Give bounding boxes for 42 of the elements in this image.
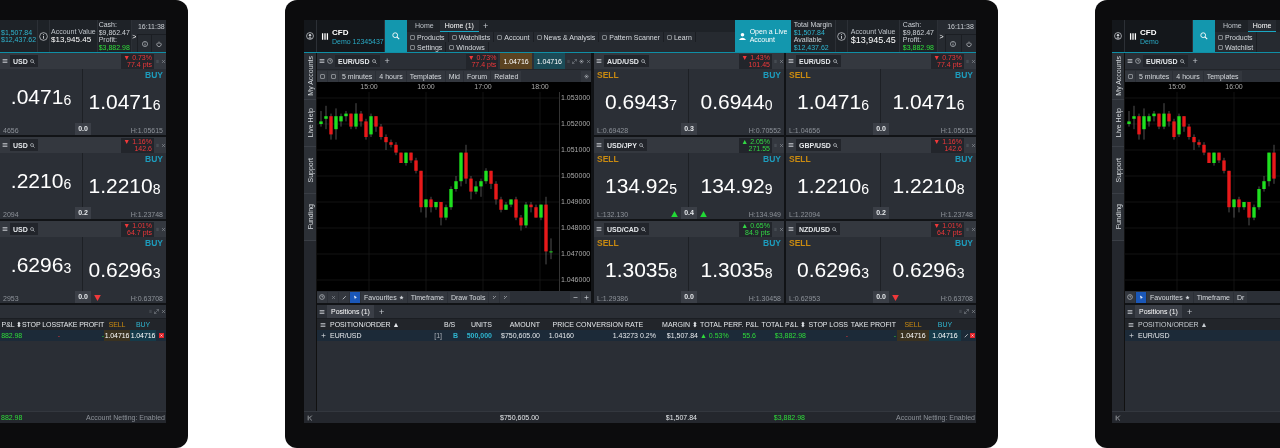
- sell-price[interactable]: 1.04716: [789, 80, 877, 123]
- buy-label: BUY: [955, 154, 973, 164]
- sell-label: SELL: [597, 70, 619, 80]
- buy-label: BUY: [145, 238, 163, 248]
- add-tab-button[interactable]: +: [375, 306, 388, 317]
- buy-label: BUY: [145, 154, 163, 164]
- sell-price[interactable]: 0.69437: [597, 80, 685, 123]
- product-name: CFD: [332, 27, 350, 37]
- buy-price[interactable]: 0.69440: [692, 80, 781, 123]
- add-tab-button[interactable]: +: [479, 20, 492, 32]
- buy-price[interactable]: 0.62963: [884, 248, 973, 291]
- sell-label: SELL: [789, 238, 811, 248]
- sell-label: SELL: [597, 238, 619, 248]
- sell-price[interactable]: .22106: [3, 154, 79, 207]
- buy-label: BUY: [763, 154, 781, 164]
- sell-price[interactable]: 1.30358: [597, 248, 685, 291]
- buy-price[interactable]: 134.929: [692, 164, 781, 207]
- sell-price[interactable]: 0.62963: [789, 248, 877, 291]
- buy-price[interactable]: 1.04716: [86, 80, 163, 123]
- buy-price[interactable]: 1.04716: [884, 80, 973, 123]
- buy-price[interactable]: 1.22108: [884, 164, 973, 207]
- sell-label: SELL: [789, 70, 811, 80]
- buy-price[interactable]: 1.30358: [692, 248, 781, 291]
- product-name: CFD: [1140, 27, 1158, 37]
- account-value: $13,945.45: [51, 35, 93, 44]
- buy-price[interactable]: 1.22108: [86, 164, 163, 207]
- buy-label: BUY: [955, 70, 973, 80]
- buy-label: BUY: [763, 238, 781, 248]
- add-chart-button[interactable]: +: [1189, 56, 1201, 66]
- buy-label: BUY: [145, 70, 163, 80]
- account-value: $13,945.45: [850, 34, 896, 45]
- buy-price[interactable]: 0.62963: [86, 248, 163, 291]
- sell-label: SELL: [789, 154, 811, 164]
- add-chart-button[interactable]: +: [381, 56, 393, 66]
- sell-price[interactable]: 134.925: [597, 164, 685, 207]
- buy-label: BUY: [763, 70, 781, 80]
- buy-label: BUY: [955, 238, 973, 248]
- add-tab-button[interactable]: +: [1183, 306, 1196, 317]
- sell-price[interactable]: .62963: [3, 238, 79, 291]
- sell-price[interactable]: .04716: [3, 70, 79, 123]
- sell-label: SELL: [597, 154, 619, 164]
- sell-price[interactable]: 1.22106: [789, 164, 877, 207]
